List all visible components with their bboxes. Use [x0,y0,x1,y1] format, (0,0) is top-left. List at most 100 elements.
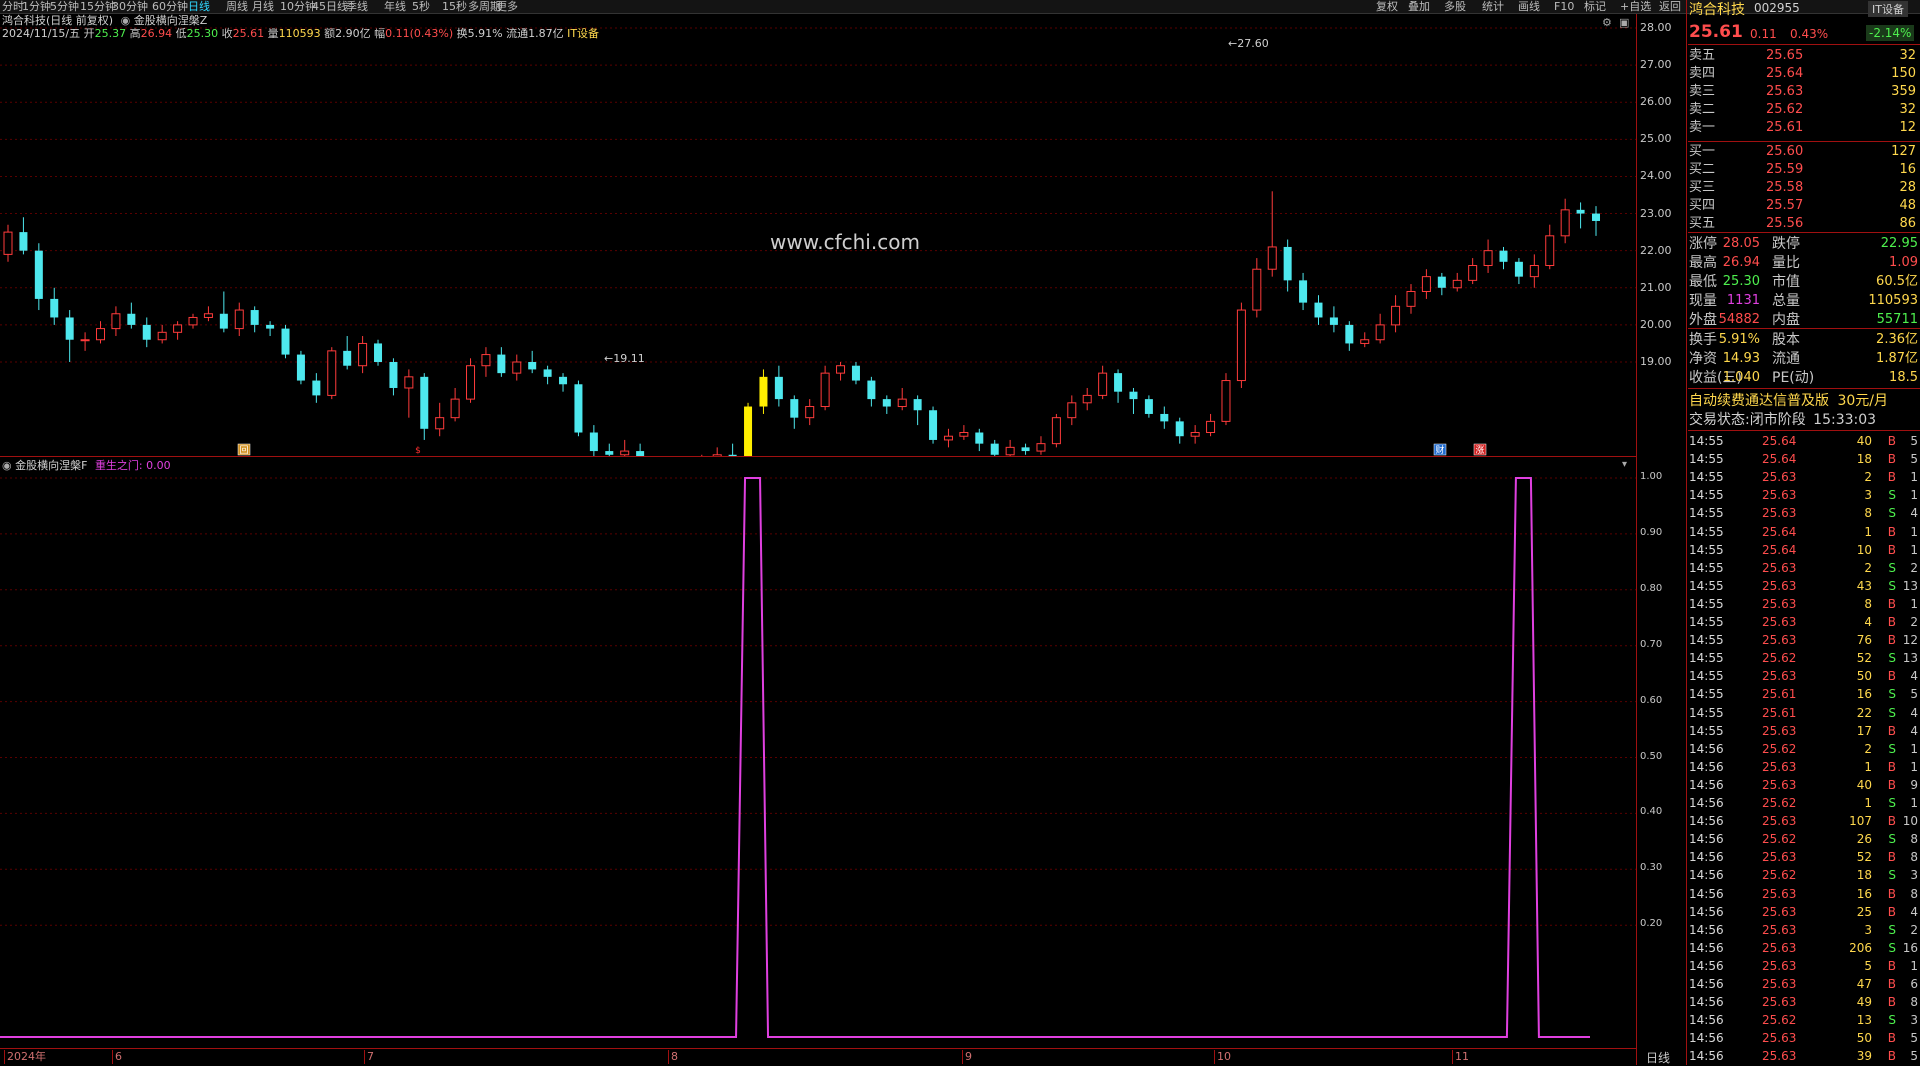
candle-body [127,313,136,325]
price-axis-label: 22.00 [1640,243,1672,257]
candle-body [203,313,213,318]
ask-row[interactable]: 卖一 25.61 12 [1688,119,1920,137]
ask-label: 卖一 [1689,120,1716,135]
tick-price: 25.63 [1762,560,1797,575]
period-tab[interactable]: 5秒 [412,0,430,13]
tick-direction: S [1888,578,1896,593]
chart-marker: 财 [1433,443,1447,456]
period-tab[interactable]: 15秒 [442,0,467,13]
tick-price: 25.63 [1762,723,1797,738]
toolbar-button[interactable]: F10 [1554,0,1574,13]
tick-time: 14:56 [1689,814,1724,829]
ask-label: 卖五 [1689,48,1716,63]
tick-volume: 76 [1856,633,1872,648]
tick-time: 14:55 [1689,723,1724,738]
candle-body [620,450,630,456]
candle-body [589,432,598,452]
tick-time: 14:56 [1689,904,1724,919]
period-tab[interactable]: 30分钟 [112,0,148,13]
bid-volume: 28 [1899,180,1916,195]
period-tab[interactable]: 月线 [252,0,274,13]
tick-volume: 22 [1856,705,1872,720]
toolbar-button[interactable]: 叠加 [1408,0,1430,13]
candle-body [173,324,183,333]
tick-direction: B [1887,596,1896,611]
toolbar-button[interactable]: 画线 [1518,0,1540,13]
sector-badge[interactable]: IT设备 [1868,1,1908,17]
tick-direction: B [1887,814,1896,829]
period-tab[interactable]: 日线 [188,0,210,13]
ad-text: 自动续费通达信普及版 [1689,393,1829,409]
period-tab[interactable]: 60分钟 [152,0,188,13]
toolbar-button[interactable]: 复权 [1376,0,1398,13]
bid-row[interactable]: 买三 25.58 28 [1688,179,1920,197]
tick-price: 25.62 [1762,1013,1797,1028]
period-tab[interactable]: 5分钟 [50,0,79,13]
tick-price: 25.63 [1762,615,1797,629]
ask-row[interactable]: 卖三 25.63 359 [1688,83,1920,101]
tick-time: 14:55 [1689,687,1724,702]
candle-body [1036,443,1046,452]
tick-time: 14:55 [1689,542,1724,557]
period-tab[interactable]: 1分钟 [22,0,51,13]
period-tab[interactable]: 10分钟 [280,0,316,13]
bid-label: 买二 [1689,162,1716,177]
indicator-axis-label: 0.60 [1640,694,1663,706]
toolbar-button[interactable]: +自选 [1620,0,1651,13]
tick-time: 14:55 [1689,560,1724,575]
toolbar-button[interactable]: 统计 [1482,0,1504,13]
bid-row[interactable]: 买一 25.60 127 [1688,143,1920,161]
period-tab[interactable]: 分时 [2,0,24,13]
tick-row: 14:55 25.64 40 B 5 [1688,432,1920,450]
ask-row[interactable]: 卖四 25.64 150 [1688,65,1920,83]
candlestick-chart[interactable]: ←27.60 ←19.11 www.cfchi.com 回 $ 财 涨 [0,14,1636,456]
bid-row[interactable]: 买四 25.57 48 [1688,197,1920,215]
tick-volume: 16 [1856,687,1872,702]
toolbar-button[interactable]: 标记 [1584,0,1606,13]
indicator-axis-label: 0.20 [1640,918,1663,930]
axis-separator [1636,14,1637,1065]
tick-time: 14:56 [1689,759,1724,774]
indicator-chart[interactable] [0,457,1636,1047]
tick-count: 1 [1910,542,1918,557]
tick-time: 14:55 [1689,651,1724,666]
marker-label: 涨 [1475,445,1484,456]
tick-time: 14:55 [1689,524,1724,539]
tick-count: 1 [1910,488,1918,503]
stat-value-2: 22.95 [1880,236,1918,251]
bid-price: 25.57 [1766,198,1804,213]
ask-row[interactable]: 卖二 25.62 32 [1688,101,1920,119]
toolbar-button[interactable]: 返回 [1659,0,1681,13]
tick-count: 2 [1910,560,1918,575]
bid-row[interactable]: 买二 25.59 16 [1688,161,1920,179]
period-tab[interactable]: 年线 [384,0,406,13]
candle-body [1499,250,1508,262]
period-tab[interactable]: 45日线 [312,0,348,13]
tick-time: 14:56 [1689,922,1724,937]
tick-row: 14:56 25.63 5 B 1 [1688,957,1920,975]
tick-price: 25.63 [1762,850,1797,865]
tick-time: 14:55 [1689,596,1724,611]
period-tab[interactable]: 季线 [346,0,368,13]
stock-name: 鸿合科技 [1689,2,1745,18]
candle-body [80,339,90,342]
period-tab[interactable]: 周线 [226,0,248,13]
ad-banner[interactable]: 自动续费通达信普及版 30元/月 [1689,390,1888,410]
sector-change: -2.14% [1866,25,1915,41]
period-tab[interactable]: 更多 [496,0,518,13]
toolbar-button[interactable]: 多股 [1444,0,1466,13]
period-label[interactable]: 日线 [1646,1049,1670,1066]
candle-body [1345,324,1354,344]
tick-count: 13 [1902,651,1918,666]
tick-time: 14:55 [1689,506,1724,521]
date-axis-label: 2024年 [4,1050,46,1064]
tick-row: 14:56 25.63 206 S 16 [1688,939,1920,957]
stat-row: 涨停 28.05 跌停 22.95 [1688,235,1920,253]
ask-row[interactable]: 卖五 25.65 32 [1688,47,1920,65]
period-tab[interactable]: 15分钟 [80,0,116,13]
tick-volume: 13 [1856,1013,1872,1028]
bid-row[interactable]: 买五 25.56 86 [1688,215,1920,233]
max-price-label: ←27.60 [1228,37,1269,50]
bid-volume: 16 [1899,162,1916,177]
tick-volume: 8 [1864,506,1872,521]
